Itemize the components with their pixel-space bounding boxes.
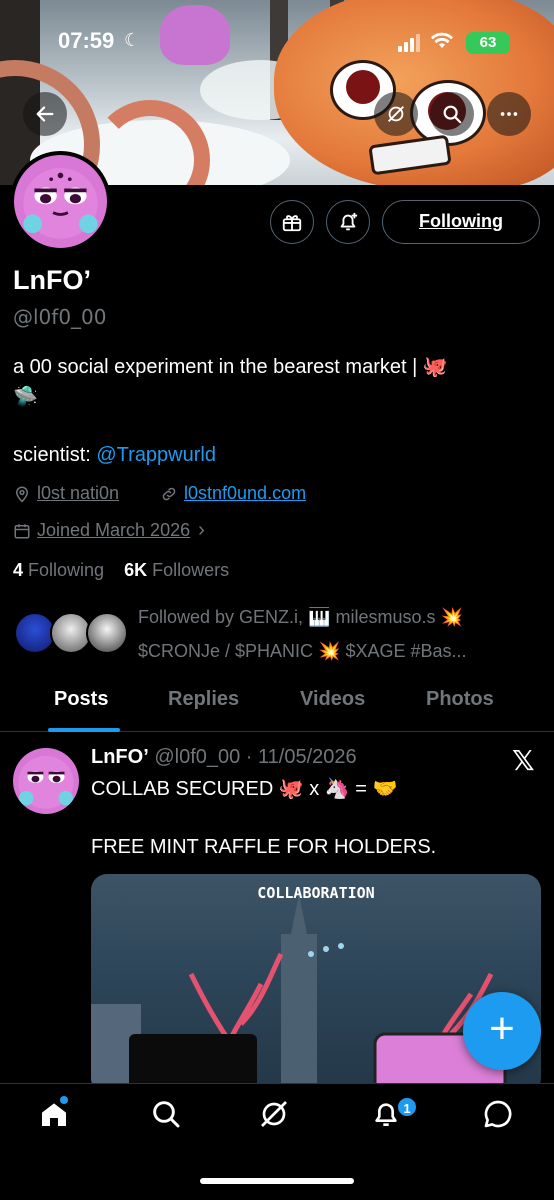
tab-photos[interactable]: Photos xyxy=(426,688,494,711)
website-link[interactable]: l0stnf0und.com xyxy=(184,483,306,504)
profile-name: LnFO’ xyxy=(13,265,91,295)
gift-button[interactable] xyxy=(270,200,314,244)
profile-location: l0st nati0n xyxy=(13,483,119,504)
status-time: 07:59 xyxy=(58,28,115,53)
following-label: Following xyxy=(28,560,105,580)
grok-icon xyxy=(388,106,404,122)
followers-count: 6K xyxy=(124,560,148,580)
chat-bubble-icon xyxy=(484,1100,512,1128)
notifications-subscribe-button[interactable] xyxy=(326,200,370,244)
profile-bio: a 00 social experiment in the bearest ma… xyxy=(13,352,513,412)
do-not-disturb-icon: ☾ xyxy=(124,30,141,50)
more-horizontal-icon xyxy=(500,112,518,116)
tab-replies[interactable]: Replies xyxy=(168,688,239,711)
collaboration-artwork xyxy=(91,894,507,1094)
nav-search[interactable] xyxy=(150,1098,186,1134)
status-bar: 07:59 ☾ 63 xyxy=(0,26,554,62)
location-pin-icon xyxy=(15,486,29,503)
x-logo-icon: 𝕏 xyxy=(512,745,535,776)
nav-home[interactable] xyxy=(38,1098,74,1134)
followed-by-text[interactable]: Followed by GENZ.i, 🎹 milesmuso.s 💥 $CRO… xyxy=(138,600,508,668)
follow-stats: 4 Following 6K Followers xyxy=(13,560,229,581)
nav-grok[interactable] xyxy=(258,1098,294,1134)
following-button[interactable]: Following xyxy=(382,200,540,244)
bio-scientist: scientist: @Trappwurld xyxy=(13,444,216,467)
chevron-right-icon: › xyxy=(198,519,205,541)
calendar-icon xyxy=(14,523,30,538)
search-button[interactable] xyxy=(430,92,474,136)
cellular-signal-icon xyxy=(398,34,422,52)
back-button[interactable] xyxy=(23,92,67,136)
bio-line: a 00 social experiment in the bearest ma… xyxy=(13,356,448,378)
wifi-icon xyxy=(430,32,454,56)
tab-posts[interactable]: Posts xyxy=(54,688,108,711)
notification-count-badge: 1 xyxy=(396,1096,418,1118)
battery-indicator: 63 xyxy=(466,32,510,54)
scientist-mention-link[interactable]: @Trappwurld xyxy=(96,444,216,466)
joined-text: Joined March 2026 xyxy=(37,520,191,540)
grok-icon xyxy=(261,1101,287,1127)
nav-messages[interactable] xyxy=(482,1098,518,1134)
more-options-button[interactable] xyxy=(487,92,531,136)
followers-stat[interactable]: 6K Followers xyxy=(124,560,229,580)
scientist-label: scientist: xyxy=(13,444,91,466)
profile-website[interactable]: l0stnf0und.com xyxy=(160,483,306,504)
post-text-line: COLLAB SECURED 🐙 x 🦄 = 🤝 xyxy=(91,778,398,800)
location-text: l0st nati0n xyxy=(37,483,120,503)
active-tab-indicator xyxy=(48,728,120,732)
profile-avatar[interactable] xyxy=(10,151,111,252)
home-indicator xyxy=(200,1178,354,1184)
post-handle-date: @l0f0_00 · 11/05/2026 xyxy=(154,746,357,768)
search-icon xyxy=(153,1101,180,1128)
profile-tabs: Posts Replies Videos Photos xyxy=(0,676,554,732)
home-unread-dot xyxy=(60,1096,68,1104)
bio-emoji: 🛸 xyxy=(13,386,38,408)
tab-videos[interactable]: Videos xyxy=(300,688,365,711)
bell-plus-icon xyxy=(340,212,358,231)
post-author-avatar[interactable] xyxy=(13,748,79,814)
link-icon xyxy=(162,487,176,500)
grok-button[interactable] xyxy=(374,92,418,136)
gift-icon xyxy=(282,215,302,232)
post-author-name[interactable]: LnFO’ xyxy=(91,746,149,768)
search-icon xyxy=(443,105,462,124)
compose-post-button[interactable]: + xyxy=(463,992,541,1070)
arrow-left-icon xyxy=(36,106,54,122)
post-header: LnFO’ @l0f0_00 · 11/05/2026 xyxy=(91,746,357,769)
following-count: 4 xyxy=(13,560,24,580)
profile-handle: @l0f0_00 xyxy=(13,305,107,329)
follower-avatar xyxy=(86,612,128,654)
followers-label: Followers xyxy=(152,560,230,580)
following-stat[interactable]: 4 Following xyxy=(13,560,104,580)
profile-joined[interactable]: Joined March 2026 › xyxy=(13,519,205,542)
post-media-image[interactable]: COLLABORATION xyxy=(91,874,541,1094)
post-text-line: FREE MINT RAFFLE FOR HOLDERS. xyxy=(91,836,437,858)
